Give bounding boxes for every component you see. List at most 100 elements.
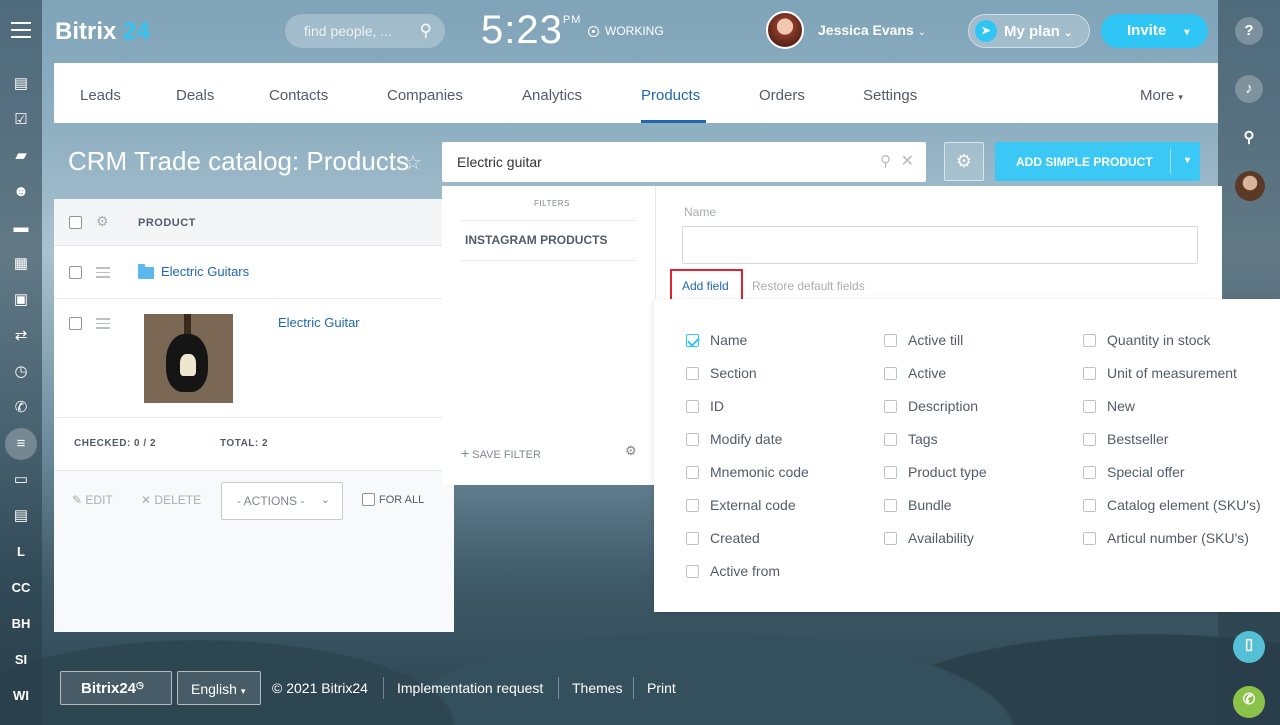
- avatar[interactable]: [766, 11, 804, 49]
- gear-icon[interactable]: ⚙: [625, 443, 637, 459]
- field-checkbox[interactable]: [686, 499, 699, 512]
- tab-products[interactable]: Products: [641, 87, 700, 104]
- field-checkbox[interactable]: [884, 334, 897, 347]
- field-checkbox[interactable]: [1083, 466, 1096, 479]
- row-link-electric-guitar[interactable]: Electric Guitar: [278, 315, 360, 330]
- close-icon[interactable]: ✕: [901, 151, 914, 171]
- filter-search-input[interactable]: Electric guitar ⚲ ✕: [442, 142, 926, 182]
- gear-icon[interactable]: ⚙: [96, 213, 109, 230]
- sidebar-item-si[interactable]: SI: [0, 652, 42, 667]
- user-menu[interactable]: Jessica Evans ⌄: [818, 22, 926, 38]
- implementation-request-link[interactable]: Implementation request: [397, 680, 543, 696]
- product-image[interactable]: [144, 314, 233, 403]
- field-checkbox[interactable]: [1083, 433, 1096, 446]
- my-plan-button[interactable]: ➤ My plan ⌄: [968, 14, 1090, 48]
- drag-handle-icon[interactable]: [96, 318, 110, 332]
- logo[interactable]: Bitrix 24: [55, 18, 150, 46]
- field-checkbox[interactable]: [884, 433, 897, 446]
- field-label[interactable]: Product type: [908, 464, 987, 480]
- sidebar-item-wi[interactable]: WI: [0, 688, 42, 703]
- field-label[interactable]: External code: [710, 497, 796, 513]
- for-all-checkbox[interactable]: [362, 493, 375, 506]
- search-icon[interactable]: ⚲: [420, 21, 432, 41]
- field-checkbox[interactable]: [686, 433, 699, 446]
- drive-icon[interactable]: ▬: [11, 219, 31, 237]
- feed-icon[interactable]: ▤: [11, 75, 31, 93]
- field-checkbox[interactable]: [1083, 367, 1096, 380]
- field-label[interactable]: Catalog element (SKU's): [1107, 497, 1261, 513]
- field-checkbox[interactable]: [686, 400, 699, 413]
- work-status[interactable]: WORKING: [588, 24, 664, 38]
- field-checkbox[interactable]: [686, 565, 699, 578]
- help-icon[interactable]: ?: [1235, 17, 1263, 45]
- sidebar-item-l[interactable]: L: [0, 544, 42, 559]
- field-label[interactable]: Section: [710, 365, 757, 381]
- field-label[interactable]: Name: [710, 332, 747, 348]
- field-label[interactable]: New: [1107, 398, 1135, 414]
- groups-icon[interactable]: ☻: [11, 183, 31, 201]
- notifications-icon[interactable]: ♪: [1235, 75, 1263, 103]
- field-checkbox[interactable]: [1083, 334, 1096, 347]
- field-label[interactable]: Description: [908, 398, 978, 414]
- user-avatar-small[interactable]: [1235, 171, 1265, 201]
- settings-gear-button[interactable]: ⚙: [944, 142, 984, 181]
- calendar-icon[interactable]: ▦: [11, 255, 31, 273]
- sidebar-item-cc[interactable]: CC: [0, 580, 42, 595]
- delete-button[interactable]: ✕ DELETE: [141, 493, 201, 507]
- column-header-product[interactable]: PRODUCT: [138, 217, 196, 229]
- search-icon[interactable]: ⚲: [880, 152, 891, 170]
- field-label[interactable]: Modify date: [710, 431, 782, 447]
- field-label[interactable]: Bestseller: [1107, 431, 1168, 447]
- star-icon[interactable]: ☆: [404, 150, 422, 175]
- name-filter-input[interactable]: [682, 226, 1198, 264]
- people-search-input[interactable]: find people, ... ⚲: [285, 14, 445, 48]
- drag-handle-icon[interactable]: [96, 267, 110, 281]
- print-link[interactable]: Print: [647, 680, 676, 696]
- select-all-checkbox[interactable]: [69, 216, 82, 229]
- field-label[interactable]: Active till: [908, 332, 963, 348]
- sidebar-item-bh[interactable]: BH: [0, 616, 42, 631]
- filter-preset-instagram[interactable]: INSTAGRAM PRODUCTS: [465, 233, 607, 247]
- row-link-electric-guitars[interactable]: Electric Guitars: [161, 264, 249, 279]
- field-checkbox[interactable]: [884, 532, 897, 545]
- field-checkbox[interactable]: [686, 334, 699, 347]
- save-filter-button[interactable]: + SAVE FILTER: [461, 445, 541, 461]
- apps-icon[interactable]: ▣: [11, 291, 31, 309]
- field-label[interactable]: Active: [908, 365, 946, 381]
- field-checkbox[interactable]: [884, 367, 897, 380]
- phone-icon[interactable]: ✆: [11, 399, 31, 417]
- tab-deals[interactable]: Deals: [176, 87, 214, 104]
- actions-select[interactable]: - ACTIONS - ⌄: [221, 482, 343, 520]
- field-label[interactable]: Special offer: [1107, 464, 1185, 480]
- field-label[interactable]: Unit of measurement: [1107, 365, 1237, 381]
- field-checkbox[interactable]: [686, 532, 699, 545]
- field-checkbox[interactable]: [686, 466, 699, 479]
- field-label[interactable]: Quantity in stock: [1107, 332, 1211, 348]
- tasks-icon[interactable]: ☑: [11, 111, 31, 129]
- clock-icon[interactable]: ◷: [11, 363, 31, 381]
- tab-analytics[interactable]: Analytics: [522, 87, 582, 104]
- tab-settings[interactable]: Settings: [863, 87, 917, 104]
- tab-leads[interactable]: Leads: [80, 87, 121, 104]
- add-simple-product-button[interactable]: ADD SIMPLE PRODUCT ▾: [995, 142, 1200, 181]
- call-icon[interactable]: ✆: [1233, 686, 1265, 718]
- row-checkbox[interactable]: [69, 317, 82, 330]
- chevron-down-icon[interactable]: ▾: [1185, 155, 1190, 166]
- language-select[interactable]: English ▾: [177, 671, 261, 705]
- field-label[interactable]: Created: [710, 530, 760, 546]
- field-checkbox[interactable]: [1083, 499, 1096, 512]
- bitrix24-footer-button[interactable]: Bitrix24◷: [60, 671, 172, 705]
- edit-button[interactable]: ✎ EDIT: [72, 493, 113, 507]
- row-checkbox[interactable]: [69, 266, 82, 279]
- restore-default-fields-link[interactable]: Restore default fields: [752, 279, 865, 293]
- field-label[interactable]: ID: [710, 398, 724, 414]
- field-label[interactable]: Articul number (SKU's): [1107, 530, 1249, 546]
- field-checkbox[interactable]: [884, 400, 897, 413]
- invite-button[interactable]: Invite ▾: [1101, 14, 1208, 48]
- search-icon[interactable]: ⚲: [1235, 124, 1263, 152]
- crm-filter-icon[interactable]: ≡: [11, 435, 31, 453]
- field-label[interactable]: Tags: [908, 431, 938, 447]
- field-checkbox[interactable]: [1083, 400, 1096, 413]
- field-checkbox[interactable]: [884, 466, 897, 479]
- field-label[interactable]: Mnemonic code: [710, 464, 809, 480]
